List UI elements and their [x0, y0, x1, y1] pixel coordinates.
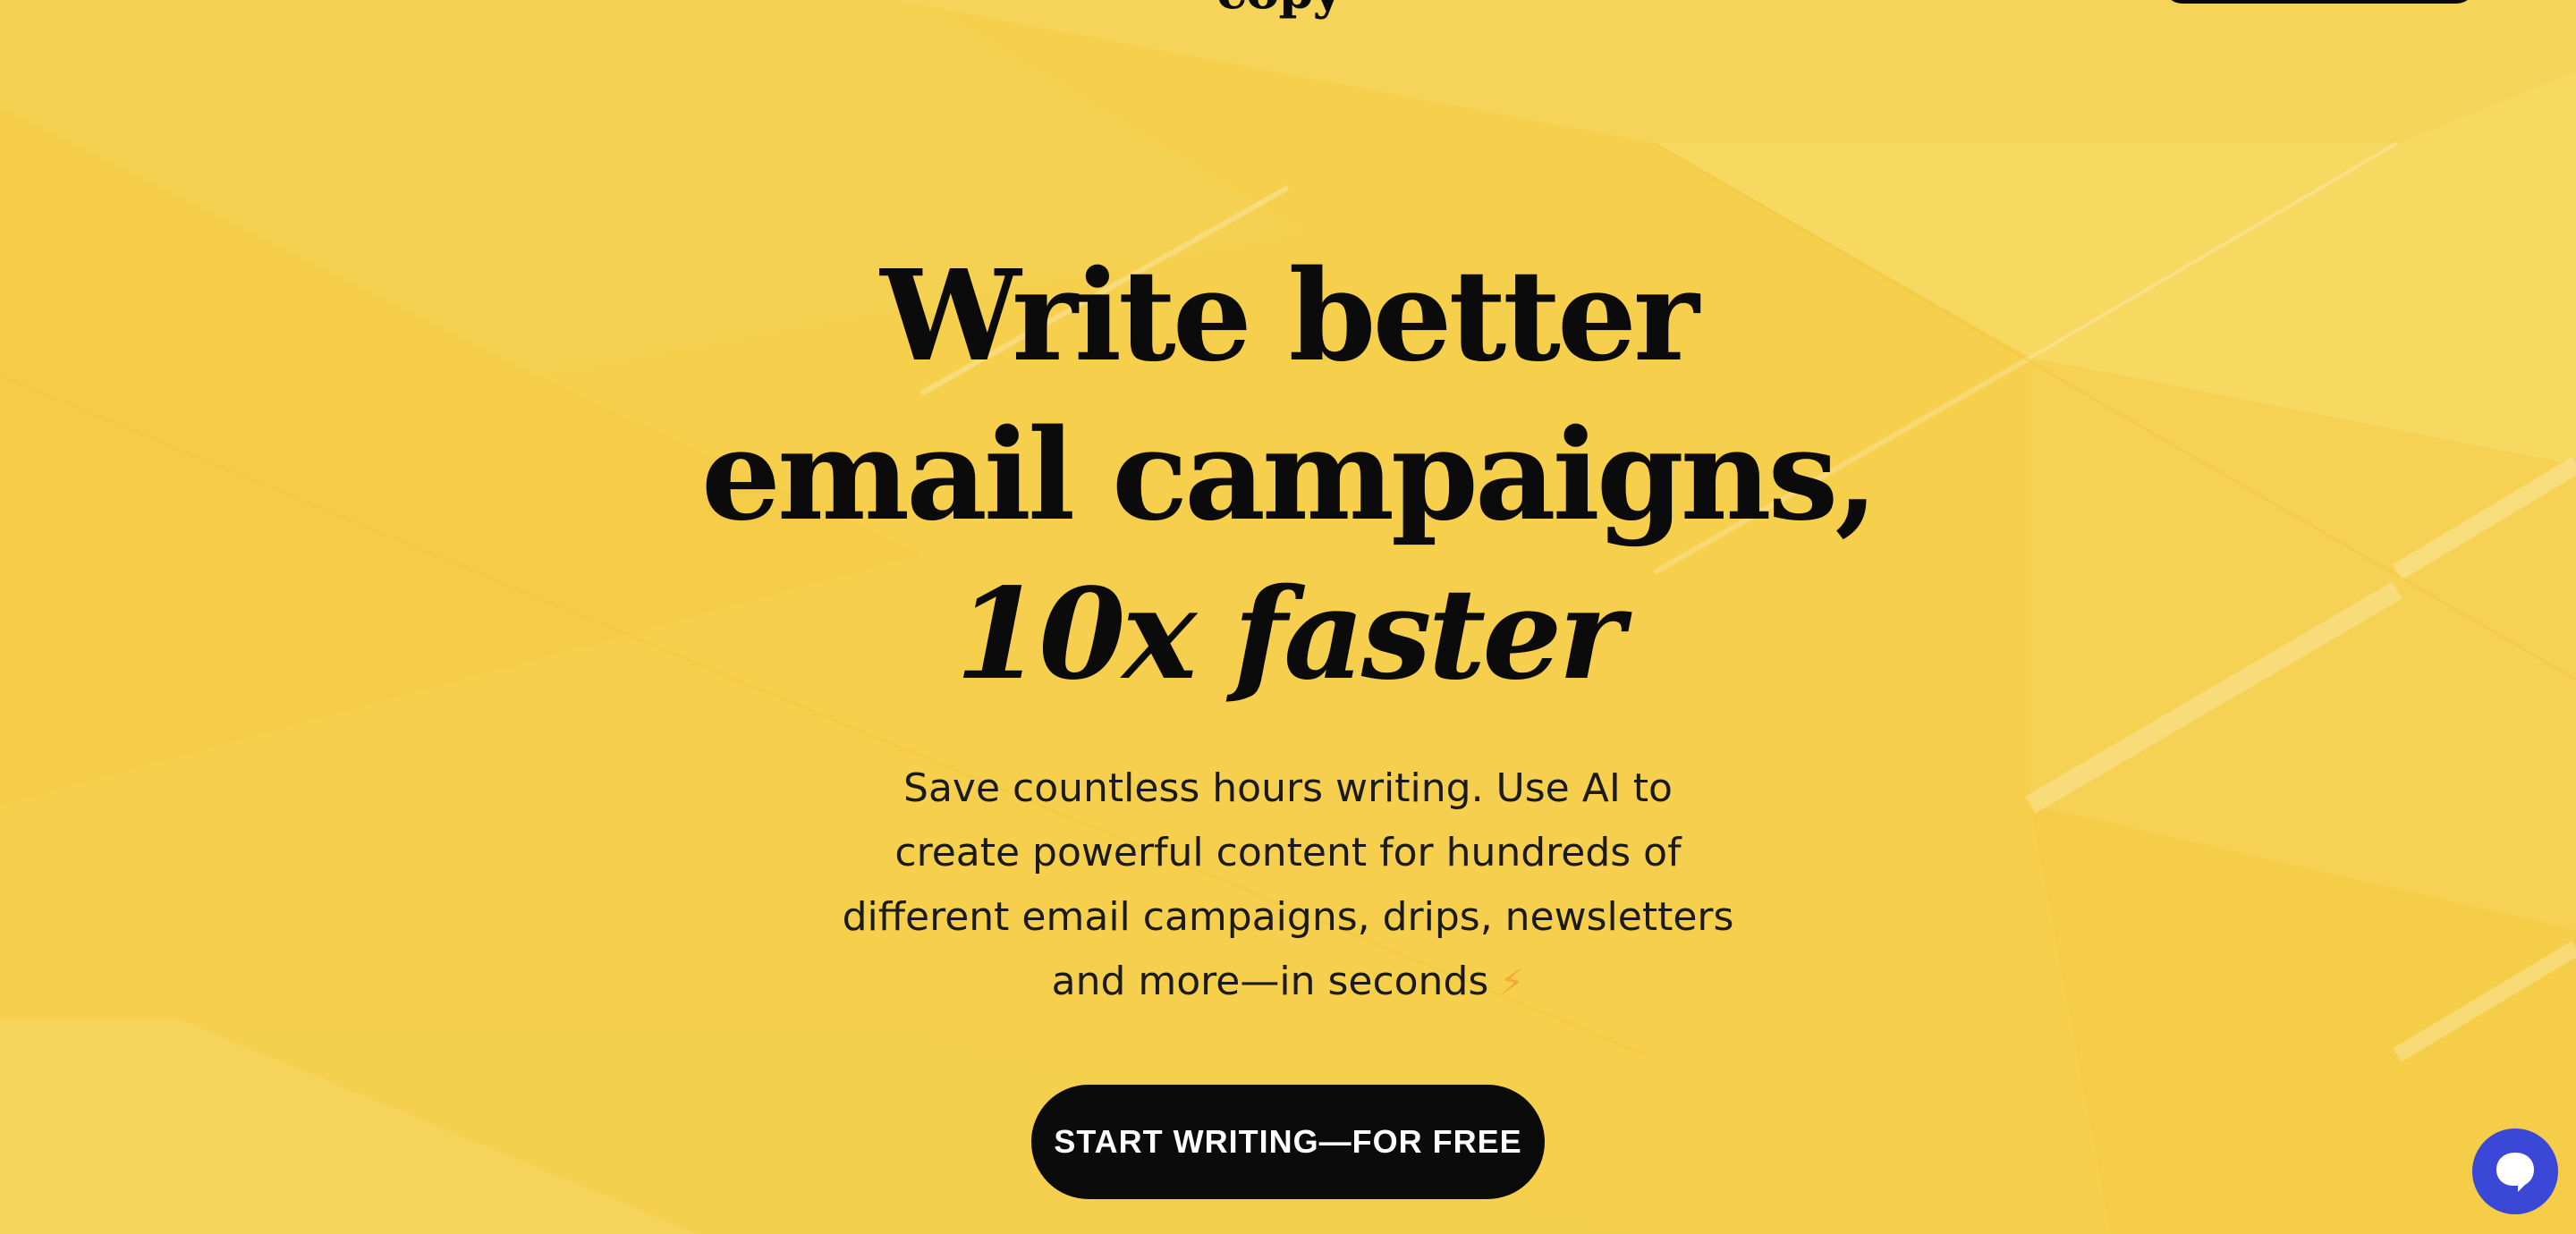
hero-headline: Write better email campaigns, 10x faster	[0, 237, 2576, 714]
chat-bubble-icon	[2496, 1153, 2534, 1192]
subtitle-text: Save countless hours writing. Use AI to …	[842, 765, 1734, 1004]
hero-subtitle: Save countless hours writing. Use AI to …	[841, 756, 1735, 1015]
start-writing-button[interactable]: START WRITING—FOR FREE	[1031, 1085, 1545, 1199]
chat-widget-button[interactable]	[2472, 1128, 2558, 1214]
headline-line-3: 10x faster	[954, 562, 1624, 708]
headline-line-1: Write better	[880, 243, 1699, 390]
hero-section: Write better email campaigns, 10x faster…	[0, 0, 2576, 1234]
lightning-icon: ⚡	[1499, 962, 1525, 1003]
headline-line-2: email campaigns,	[700, 402, 1878, 549]
